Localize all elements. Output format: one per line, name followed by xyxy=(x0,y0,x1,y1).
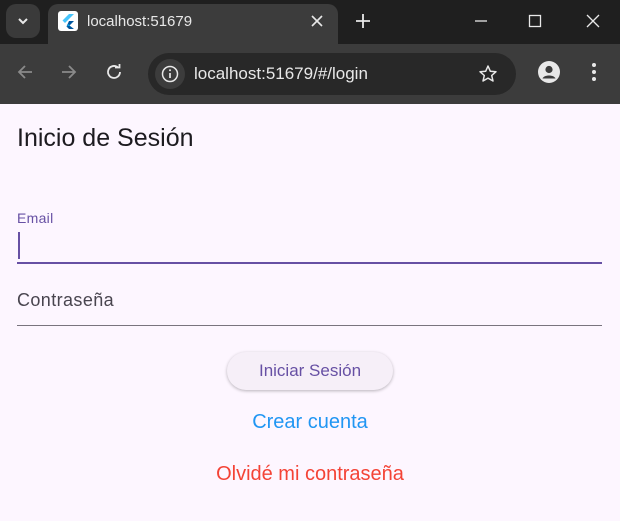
url-text[interactable]: localhost:51679/#/login xyxy=(194,64,368,84)
email-field[interactable] xyxy=(17,228,602,264)
back-button[interactable] xyxy=(11,58,39,86)
address-bar[interactable]: localhost:51679/#/login xyxy=(148,53,516,95)
browser-tab-active[interactable]: localhost:51679 xyxy=(48,4,338,44)
site-info-icon xyxy=(161,65,179,83)
tab-title: localhost:51679 xyxy=(87,13,193,30)
close-window-button[interactable] xyxy=(578,6,608,36)
browser-menu-button[interactable] xyxy=(580,58,608,86)
chevron-down-icon xyxy=(18,18,28,25)
profile-button[interactable] xyxy=(535,58,563,86)
back-arrow-icon xyxy=(17,65,32,79)
maximize-button[interactable] xyxy=(520,6,550,36)
tab-strip: localhost:51679 xyxy=(0,0,620,44)
close-icon xyxy=(311,15,323,27)
more-vert-icon xyxy=(592,63,596,81)
page-title: Inicio de Sesión xyxy=(17,124,194,152)
minimize-icon xyxy=(475,20,487,22)
password-field[interactable] xyxy=(17,276,602,326)
close-window-icon xyxy=(586,14,600,28)
forgot-password-link[interactable]: Olvidé mi contraseña xyxy=(0,463,620,486)
reload-icon xyxy=(107,64,121,79)
text-cursor xyxy=(18,232,20,259)
forward-button[interactable] xyxy=(55,58,83,86)
flutter-icon xyxy=(58,11,78,31)
bookmark-button[interactable] xyxy=(475,61,501,87)
login-page: Inicio de Sesión Email Iniciar Sesión Cr… xyxy=(0,104,620,521)
browser-toolbar: localhost:51679/#/login xyxy=(0,44,620,104)
create-account-link[interactable]: Crear cuenta xyxy=(0,411,620,434)
email-label: Email xyxy=(17,210,54,226)
forward-arrow-icon xyxy=(62,65,77,79)
tab-search-button[interactable] xyxy=(6,4,40,38)
tab-close-button[interactable] xyxy=(306,10,328,32)
reload-button[interactable] xyxy=(100,58,128,86)
profile-icon xyxy=(538,61,560,83)
plus-icon xyxy=(356,14,370,28)
maximize-icon xyxy=(528,14,542,28)
star-icon xyxy=(479,65,497,82)
login-button[interactable]: Iniciar Sesión xyxy=(227,352,393,390)
new-tab-button[interactable] xyxy=(350,8,376,34)
minimize-button[interactable] xyxy=(466,6,496,36)
site-info-button[interactable] xyxy=(155,59,185,89)
